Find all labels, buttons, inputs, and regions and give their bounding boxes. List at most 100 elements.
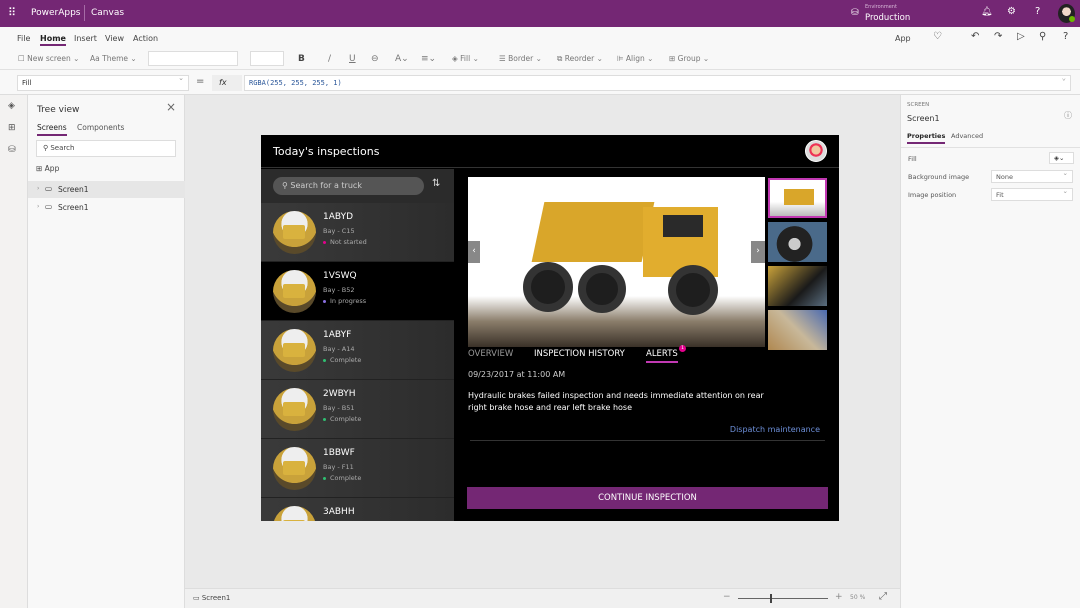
help-icon[interactable]: ? [1063, 31, 1068, 42]
top-bar: ⠿ PowerApps Canvas ⛁ Environment Product… [0, 0, 1080, 27]
tab-components[interactable]: Components [77, 123, 124, 132]
menu-insert[interactable]: Insert [74, 34, 97, 43]
help-icon[interactable]: ? [1035, 6, 1040, 17]
fill-color-picker[interactable]: ◈⌄ [1049, 152, 1074, 164]
fit-to-window-icon[interactable]: ⤢ [879, 591, 887, 602]
font-dropdown[interactable] [148, 51, 238, 66]
menu-home[interactable]: Home [40, 34, 66, 46]
fill-button[interactable]: ◈ Fill ⌄ [452, 54, 479, 63]
tree-search-input[interactable]: ⚲ Search [36, 140, 176, 157]
settings-icon[interactable]: ⚙ [1007, 6, 1016, 17]
insert-icon[interactable]: ⊞ [8, 123, 16, 133]
truck-id: 1ABYD [323, 212, 353, 222]
chevron-right-icon[interactable]: › [37, 185, 39, 192]
status-label: Complete [330, 415, 362, 423]
truck-list-item[interactable]: 2WBYH Bay - B51 Complete [261, 380, 454, 439]
truck-list-item[interactable]: 1ABYD Bay - C15 Not started [261, 203, 454, 262]
dispatch-maintenance-link[interactable]: Dispatch maintenance [730, 425, 820, 434]
app-button[interactable]: App [895, 34, 911, 43]
property-dropdown[interactable]: Fill [17, 74, 189, 91]
app-title: Today's inspections [273, 145, 380, 158]
truck-id: 1ABYF [323, 330, 352, 340]
data-icon[interactable]: ⛁ [8, 145, 16, 155]
truck-list-item[interactable]: 3ABHH Bay - B09 [261, 498, 454, 521]
zoom-out-button[interactable]: − [723, 592, 731, 602]
zoom-slider-thumb[interactable] [769, 594, 772, 603]
share-icon[interactable]: ⚲ [1039, 31, 1046, 42]
menu-action[interactable]: Action [133, 34, 158, 43]
italic-button[interactable]: / [328, 54, 331, 64]
screen-icon: ▭ [193, 594, 202, 602]
strikethrough-icon[interactable]: ⊖ [371, 54, 379, 64]
text-align-icon[interactable]: ≡⌄ [421, 54, 436, 64]
menu-view[interactable]: View [105, 34, 124, 43]
tree-item-app[interactable]: ⊞ App [36, 164, 59, 173]
thumbnail-image[interactable] [768, 222, 827, 262]
tab-advanced[interactable]: Advanced [951, 132, 983, 140]
menu-file[interactable]: File [17, 34, 30, 43]
divider [901, 147, 1080, 148]
current-screen[interactable]: ▭ Screen1 [193, 594, 230, 602]
environment-selector[interactable]: Production [865, 13, 910, 23]
underline-button[interactable]: U [349, 54, 356, 64]
truck-list-item[interactable]: 1VSWQ Bay - B52 In progress [261, 262, 454, 321]
thumbnail-image[interactable] [768, 310, 827, 350]
tab-inspection-history[interactable]: INSPECTION HISTORY [534, 349, 625, 359]
truck-bed [531, 202, 655, 262]
continue-inspection-button[interactable]: CONTINUE INSPECTION [467, 487, 828, 509]
status-label: Not started [330, 238, 367, 246]
truck-search-input[interactable]: ⚲ Search for a truck [273, 177, 424, 195]
redo-icon[interactable]: ↷ [994, 31, 1002, 42]
background-image-label: Background image [908, 173, 970, 181]
font-size-dropdown[interactable] [250, 51, 284, 66]
wheel [668, 265, 718, 315]
font-color-icon[interactable]: A⌄ [395, 54, 409, 64]
zoom-slider[interactable] [738, 598, 828, 599]
background-image-dropdown[interactable]: None [991, 169, 1073, 183]
truck-list-item[interactable]: 1ABYF Bay - A14 Complete [261, 321, 454, 380]
tree-item-screen[interactable]: › ▭ Screen1 [28, 181, 185, 198]
tab-properties[interactable]: Properties [907, 132, 946, 144]
thumbnail-image[interactable] [768, 178, 827, 218]
undo-icon[interactable]: ↶ [971, 31, 979, 42]
zoom-value: 50 % [850, 594, 865, 601]
formula-input[interactable]: RGBA(255, 255, 255, 1) [244, 74, 1071, 91]
reorder-button[interactable]: ⧉ Reorder ⌄ [557, 54, 603, 64]
fx-button[interactable]: fx [212, 75, 242, 91]
tab-overview[interactable]: OVERVIEW [468, 349, 513, 359]
sort-icon[interactable]: ⇅ [432, 178, 440, 189]
truck-list-item[interactable]: 1BBWF Bay - F11 Complete [261, 439, 454, 498]
tab-screens[interactable]: Screens [37, 123, 67, 136]
user-avatar[interactable] [805, 140, 827, 162]
notification-icon[interactable]: 🔔︎ [981, 7, 992, 17]
new-screen-button[interactable]: ☐ New screen ⌄ [18, 54, 79, 63]
zoom-in-button[interactable]: + [835, 592, 843, 602]
group-button[interactable]: ⊞ Group ⌄ [669, 54, 709, 63]
tree-item-label: Screen1 [58, 203, 89, 212]
next-image-button[interactable]: › [751, 241, 765, 263]
image-position-dropdown[interactable]: Fit [991, 187, 1073, 201]
app-checker-icon[interactable]: ♡ [933, 31, 942, 42]
bold-button[interactable]: B [298, 54, 305, 64]
thumbnail-image[interactable] [768, 266, 827, 306]
close-icon[interactable]: × [166, 100, 176, 114]
help-icon[interactable]: ⓘ [1064, 110, 1072, 121]
app-launcher-icon[interactable]: ⠿ [8, 6, 16, 19]
truck-bay: Bay - B51 [323, 404, 355, 412]
border-button[interactable]: ☰ Border ⌄ [499, 54, 542, 63]
play-icon[interactable]: ▷ [1017, 31, 1025, 42]
truck-bay: Bay - A14 [323, 345, 355, 353]
tab-alerts[interactable]: ALERTS [646, 349, 678, 363]
previous-image-button[interactable]: ‹ [468, 241, 480, 263]
theme-button[interactable]: Aa Theme ⌄ [90, 54, 137, 63]
tree-item-screen[interactable]: › ▭ Screen1 [28, 199, 185, 216]
app-screen-preview[interactable]: Today's inspections ⚲ Search for a truck… [261, 135, 839, 521]
truck-id: 2WBYH [323, 389, 356, 399]
align-button[interactable]: ⊫ Align ⌄ [617, 54, 653, 63]
app-name: PowerApps [31, 8, 81, 18]
tree-view-icon[interactable]: ◈ [8, 101, 15, 111]
chevron-right-icon[interactable]: › [37, 203, 39, 210]
environment-label: Environment [865, 4, 897, 10]
status-dot-icon [323, 240, 326, 244]
truck-bay: Bay - C15 [323, 227, 355, 235]
